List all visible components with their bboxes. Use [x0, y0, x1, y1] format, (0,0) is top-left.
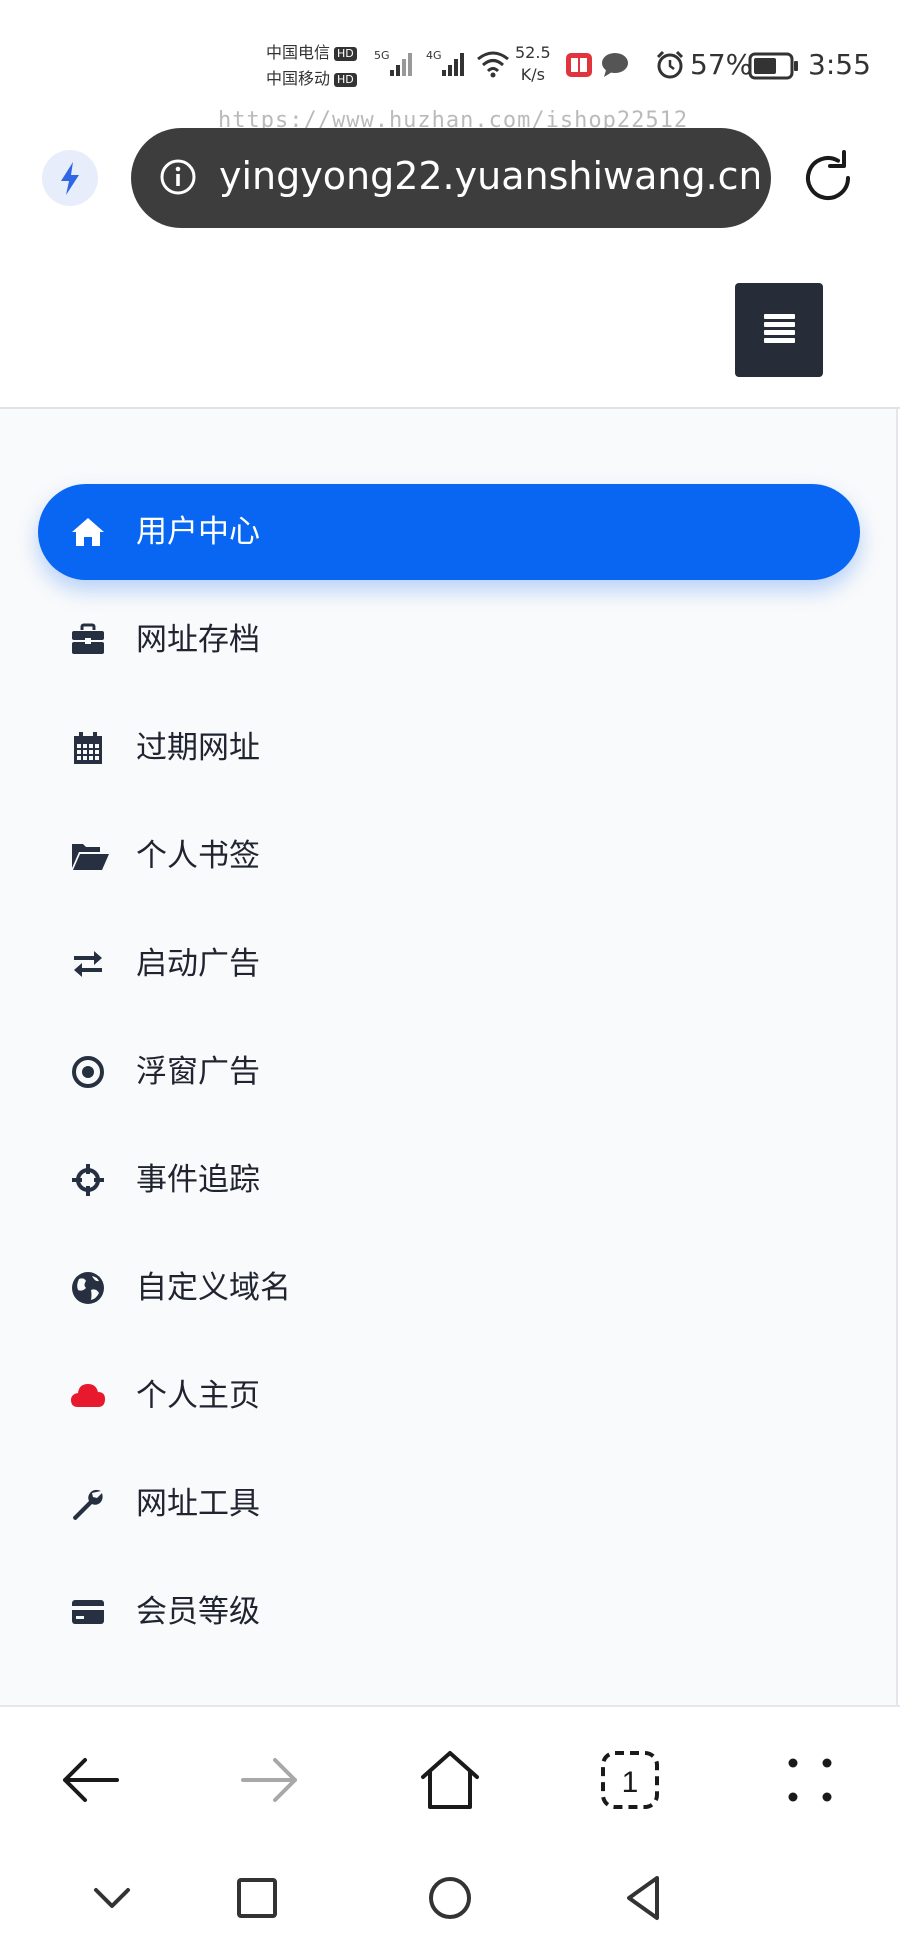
exchange-arrows-icon	[74, 951, 102, 977]
sidebar-item-bookmarks[interactable]: 个人书签	[38, 808, 860, 904]
sidebar-item-custom-domain[interactable]: 自定义域名	[38, 1240, 860, 1336]
battery-icon	[748, 52, 798, 80]
net-5g-label: 5G	[374, 49, 390, 62]
info-icon[interactable]	[159, 158, 197, 196]
sidebar-item-label: 会员等级	[136, 1594, 260, 1630]
briefcase-icon	[72, 623, 104, 654]
menu-line-icon	[764, 338, 795, 343]
signal-5g-icon: 5G	[374, 49, 412, 76]
net-4g-label: 4G	[426, 49, 442, 62]
crosshairs-icon	[72, 1164, 104, 1196]
quick-mode-button[interactable]	[42, 150, 98, 206]
tab-count-icon[interactable]: 1	[595, 1745, 665, 1815]
sidebar-item-launch-ads[interactable]: 启动广告	[38, 916, 860, 1012]
sidebar-item-label: 网址工具	[136, 1486, 260, 1522]
globe-icon	[72, 1272, 104, 1304]
hd-badge: HD	[334, 72, 357, 87]
bottom-nav-divider	[0, 1705, 900, 1707]
wifi-icon	[477, 51, 509, 78]
address-bar[interactable]: yingyong22.yuanshiwang.cn/	[131, 128, 771, 228]
home-outline-icon[interactable]	[415, 1745, 485, 1815]
home-icon	[72, 518, 104, 546]
sidebar-item-url-tools[interactable]: 网址工具	[38, 1456, 860, 1552]
credit-card-icon	[72, 1600, 104, 1624]
menu-line-icon	[764, 322, 795, 327]
forward-arrow-icon[interactable]	[235, 1745, 305, 1815]
battery-percent: 57%	[690, 48, 753, 81]
alarm-icon	[656, 50, 684, 79]
sidebar-item-label: 事件追踪	[136, 1162, 260, 1198]
menu-line-icon	[764, 330, 795, 335]
url-text[interactable]: yingyong22.yuanshiwang.cn/	[219, 154, 759, 198]
reload-icon[interactable]	[800, 148, 860, 208]
recent-apps-icon[interactable]	[227, 1868, 287, 1928]
system-back-icon[interactable]	[613, 1868, 673, 1928]
sidebar-item-membership[interactable]: 会员等级	[38, 1564, 860, 1660]
sidebar-item-label: 用户中心	[136, 514, 260, 550]
sidebar-item-label: 过期网址	[136, 730, 260, 766]
sidebar-item-label: 网址存档	[136, 622, 260, 658]
lightning-icon	[61, 162, 79, 195]
sidebar-item-label: 个人书签	[136, 838, 260, 874]
sidebar-item-float-ads[interactable]: 浮窗广告	[38, 1024, 860, 1120]
carrier-1: 中国电信	[266, 43, 331, 62]
menu-toggle-button[interactable]	[735, 283, 823, 377]
network-speed: 52.5 K/s	[515, 43, 551, 84]
status-time: 3:55	[808, 48, 871, 81]
tab-count-label: 1	[622, 1766, 639, 1799]
carrier-2: 中国移动	[266, 69, 331, 88]
cloud-icon	[71, 1384, 105, 1407]
hd-badge: HD	[334, 46, 357, 61]
sidebar-item-label: 浮窗广告	[136, 1054, 260, 1090]
sidebar-item-label: 个人主页	[136, 1378, 260, 1414]
sidebar-item-label: 自定义域名	[136, 1270, 291, 1306]
app-notification-icon	[566, 53, 592, 77]
sidebar-item-user-center[interactable]: 用户中心	[38, 484, 860, 580]
chat-bubble-icon	[602, 53, 628, 77]
sidebar-item-event-tracking[interactable]: 事件追踪	[38, 1132, 860, 1228]
calendar-icon	[74, 732, 102, 764]
status-bar: 中国电信 HD 中国移动 HD 5G 4G 52.5 K/s 57% 3:55	[0, 0, 900, 120]
sidebar-menu: 用户中心 网址存档 过期网址 个人书签 启动广告 浮窗广告 事件追踪 自定义域名…	[0, 409, 898, 1705]
sidebar-item-url-archive[interactable]: 网址存档	[38, 592, 860, 688]
target-icon	[72, 1056, 104, 1088]
wrench-icon	[73, 1489, 103, 1520]
hide-keyboard-chevron-icon[interactable]	[82, 1868, 142, 1928]
sidebar-item-label: 启动广告	[136, 946, 260, 982]
sidebar-item-homepage[interactable]: 个人主页	[38, 1348, 860, 1444]
more-dots-icon[interactable]	[775, 1745, 845, 1815]
signal-4g-icon: 4G	[426, 49, 464, 76]
carrier-info: 中国电信 HD 中国移动 HD	[266, 40, 357, 92]
folder-open-icon	[72, 844, 109, 870]
system-home-icon[interactable]	[420, 1868, 480, 1928]
menu-line-icon	[764, 314, 795, 319]
back-arrow-icon[interactable]	[55, 1745, 125, 1815]
sidebar-item-expired-urls[interactable]: 过期网址	[38, 700, 860, 796]
